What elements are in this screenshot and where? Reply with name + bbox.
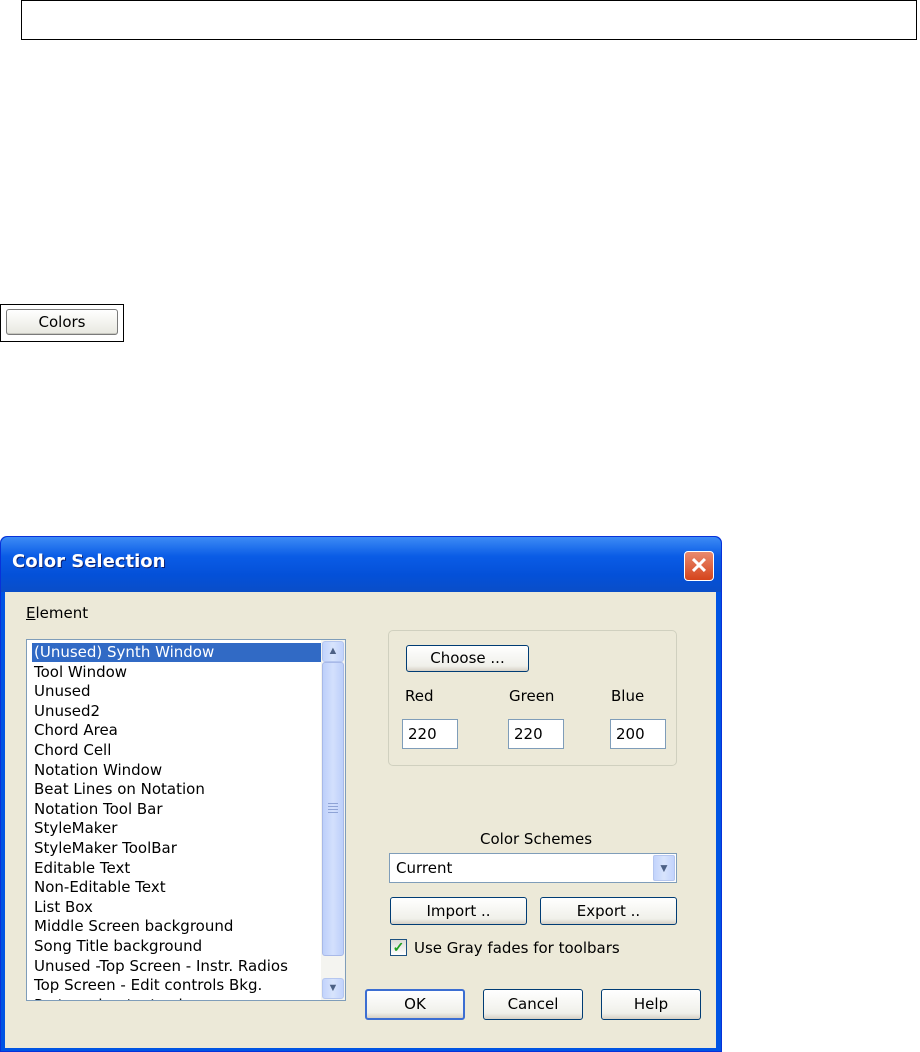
ok-button[interactable]: OK bbox=[365, 989, 465, 1020]
scroll-down-icon[interactable]: ▼ bbox=[322, 978, 344, 999]
export-button[interactable]: Export .. bbox=[540, 897, 677, 925]
gray-fades-label: Use Gray fades for toolbars bbox=[414, 939, 620, 957]
red-label: Red bbox=[405, 687, 434, 705]
close-icon[interactable]: ✕ bbox=[684, 551, 714, 581]
list-item[interactable]: Tool Window bbox=[32, 663, 322, 682]
color-schemes-value: Current bbox=[396, 859, 453, 877]
list-item[interactable]: (Unused) Synth Window bbox=[32, 643, 322, 662]
cancel-button[interactable]: Cancel bbox=[483, 989, 583, 1020]
import-button[interactable]: Import .. bbox=[390, 897, 527, 925]
top-frame-box bbox=[21, 0, 917, 40]
dialog-titlebar: Color Selection ✕ bbox=[1, 537, 721, 592]
list-item[interactable]: StyleMaker ToolBar bbox=[32, 839, 322, 858]
list-item[interactable]: Part marker text color bbox=[32, 996, 322, 1000]
dialog-client-area: Element (Unused) Synth Window Tool Window… bbox=[5, 592, 716, 1048]
help-button[interactable]: Help bbox=[601, 989, 701, 1020]
rgb-group: Choose ... Red Green Blue 220 220 200 bbox=[388, 630, 677, 766]
colors-button[interactable]: Colors bbox=[6, 309, 118, 335]
choose-button[interactable]: Choose ... bbox=[406, 645, 529, 672]
list-item[interactable]: Unused -Top Screen - Instr. Radios bbox=[32, 957, 322, 976]
list-item[interactable]: Unused2 bbox=[32, 702, 322, 721]
color-selection-dialog: Color Selection ✕ Element (Unused) Synth… bbox=[0, 536, 722, 1052]
list-item[interactable]: Top Screen - Edit controls Bkg. bbox=[32, 976, 322, 995]
green-field[interactable]: 220 bbox=[508, 719, 564, 749]
list-item[interactable]: Non-Editable Text bbox=[32, 878, 322, 897]
listbox-scrollbar[interactable]: ▲ ▼ bbox=[321, 640, 345, 1000]
thumb-grip bbox=[328, 803, 338, 804]
list-item[interactable]: Notation Window bbox=[32, 761, 322, 780]
scroll-up-icon[interactable]: ▲ bbox=[322, 641, 344, 662]
chevron-down-icon[interactable]: ▼ bbox=[653, 855, 675, 881]
scroll-thumb[interactable] bbox=[322, 662, 344, 956]
list-item[interactable]: StyleMaker bbox=[32, 819, 322, 838]
list-item[interactable]: Unused bbox=[32, 682, 322, 701]
list-item[interactable]: Editable Text bbox=[32, 859, 322, 878]
thumb-grip bbox=[328, 809, 338, 810]
element-label: Element bbox=[26, 604, 88, 622]
element-label-rest: lement bbox=[35, 604, 89, 622]
list-item[interactable]: Middle Screen background bbox=[32, 917, 322, 936]
thumb-grip bbox=[328, 806, 338, 807]
thumb-grip bbox=[328, 812, 338, 813]
check-icon: ✓ bbox=[392, 939, 405, 955]
list-item[interactable]: Song Title background bbox=[32, 937, 322, 956]
colors-button-frame: Colors bbox=[0, 304, 124, 342]
blue-field[interactable]: 200 bbox=[610, 719, 666, 749]
color-schemes-dropdown[interactable]: Current ▼ bbox=[389, 853, 677, 883]
gray-fades-checkbox[interactable]: ✓ bbox=[390, 939, 407, 956]
list-item[interactable]: List Box bbox=[32, 898, 322, 917]
list-item[interactable]: Notation Tool Bar bbox=[32, 800, 322, 819]
dialog-title: Color Selection bbox=[12, 551, 166, 572]
blue-label: Blue bbox=[611, 687, 645, 705]
element-listbox[interactable]: (Unused) Synth Window Tool Window Unused Un… bbox=[26, 639, 346, 1001]
green-label: Green bbox=[509, 687, 555, 705]
color-schemes-label: Color Schemes bbox=[480, 830, 593, 848]
list-item[interactable]: Beat Lines on Notation bbox=[32, 780, 322, 799]
list-item[interactable]: Chord Area bbox=[32, 721, 322, 740]
list-item[interactable]: Chord Cell bbox=[32, 741, 322, 760]
red-field[interactable]: 220 bbox=[402, 719, 458, 749]
